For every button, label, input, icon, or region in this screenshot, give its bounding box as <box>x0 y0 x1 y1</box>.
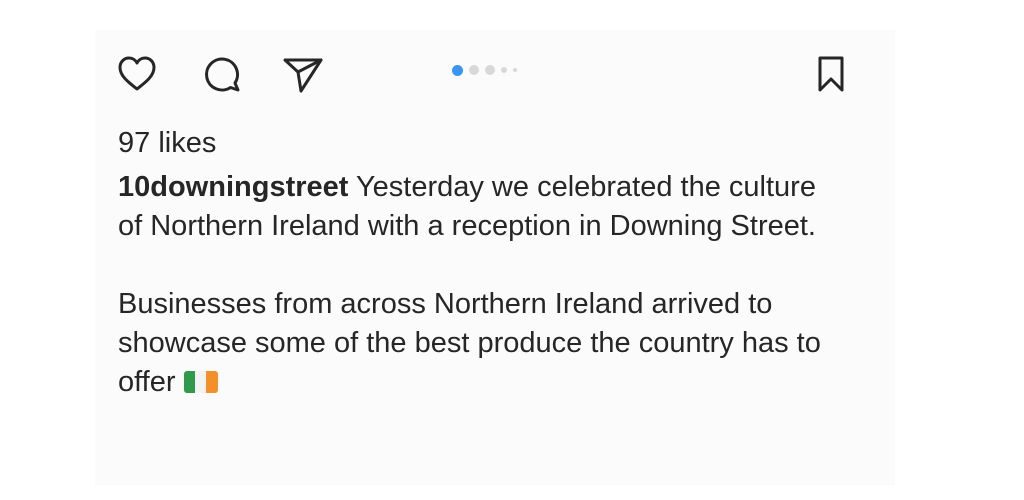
caption-paragraph-2: Businesses from across Northern Ireland … <box>118 285 838 402</box>
caption-paragraph-1: 10downingstreet Yesterday we celebrated … <box>118 168 838 246</box>
irish-flag-emoji <box>183 371 218 393</box>
likes-count[interactable]: 97 likes <box>118 125 216 161</box>
speech-bubble-icon[interactable] <box>200 52 244 96</box>
paper-plane-icon[interactable] <box>281 52 325 96</box>
caption-text-2: Businesses from across Northern Ireland … <box>118 288 821 398</box>
carousel-dot[interactable] <box>501 67 507 73</box>
caption-username[interactable]: 10downingstreet <box>118 171 348 203</box>
carousel-dot-active[interactable] <box>452 64 463 76</box>
carousel-dot[interactable] <box>469 65 479 75</box>
carousel-dot[interactable] <box>513 68 517 72</box>
post-caption: 10downingstreet Yesterday we celebrated … <box>118 168 838 402</box>
carousel-indicator <box>452 63 517 77</box>
heart-icon[interactable] <box>115 52 159 96</box>
bookmark-icon[interactable] <box>809 52 853 96</box>
carousel-dot[interactable] <box>485 65 495 75</box>
